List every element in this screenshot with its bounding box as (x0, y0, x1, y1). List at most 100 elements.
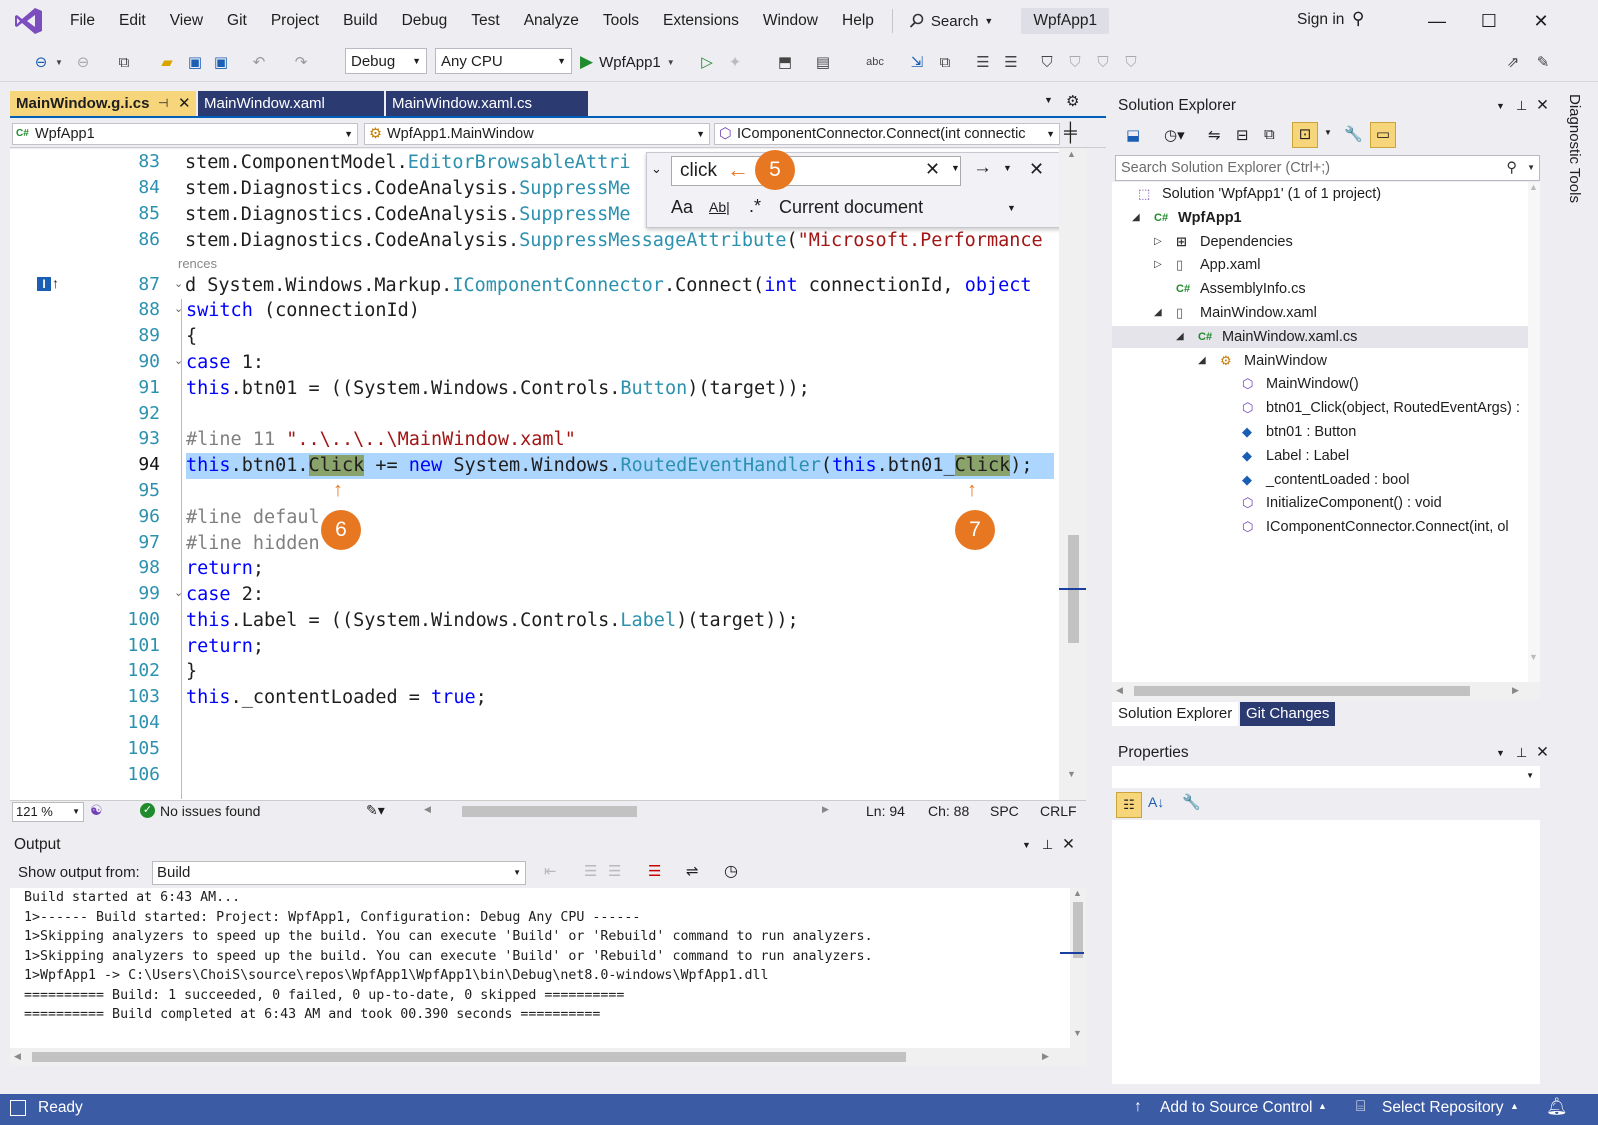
platform-select[interactable]: Any CPU ▼ (435, 48, 572, 74)
line-indicator[interactable]: Ln: 94 (866, 803, 905, 819)
type-dropdown[interactable]: ⚙ WpfApp1.MainWindow ▼ (364, 123, 710, 145)
copy-icon[interactable]: ⧉ (1264, 126, 1275, 143)
zoom-select[interactable]: 121 % ▼ (12, 802, 84, 822)
menu-item[interactable]: Analyze (512, 0, 591, 42)
next-bookmark-icon[interactable]: ⛉ (1092, 50, 1114, 74)
scroll-up-icon[interactable]: ▲ (1073, 888, 1082, 898)
object-select[interactable]: ▼ (1112, 766, 1540, 788)
alphabetical-icon[interactable]: A↓ (1148, 794, 1164, 810)
match-case-icon[interactable]: Aa (671, 197, 693, 218)
scroll-right-icon[interactable]: ▶ (1042, 1051, 1049, 1062)
history-icon[interactable]: ◷▾ (1164, 126, 1185, 144)
scroll-down-icon[interactable]: ▼ (1529, 652, 1538, 662)
pin-icon[interactable]: ⊥ (1042, 832, 1053, 858)
fold-toggle-icon[interactable]: ⌄ (174, 354, 184, 367)
tab-mainwindow-g-i-cs[interactable]: MainWindow.g.i.cs ⊣ ✕ (10, 91, 196, 116)
sign-in-link[interactable]: Sign in (1297, 11, 1344, 29)
clear-all-icon[interactable]: ☰ (648, 862, 661, 880)
line-ending-indicator[interactable]: CRLF (1040, 803, 1077, 819)
tree-item[interactable]: ◆ _contentLoaded : bool (1112, 469, 1528, 491)
prev-message-icon[interactable]: ☰ (584, 862, 597, 880)
tree-item[interactable]: ◢ ▯ MainWindow.xaml (1112, 302, 1528, 324)
menu-item[interactable]: View (158, 0, 215, 42)
whitespace-indicator[interactable]: SPC (990, 803, 1019, 819)
scroll-left-icon[interactable]: ◀ (14, 1051, 21, 1062)
minimize-button[interactable]: — (1414, 0, 1460, 42)
redo-icon[interactable]: ↷ (290, 50, 312, 74)
search-history-icon[interactable]: ▼ (951, 163, 960, 173)
sync-icon[interactable]: ⇋ (1208, 126, 1221, 144)
feedback-icon[interactable]: ✎ (1532, 50, 1554, 74)
solution-explorer-horizontal-scrollbar[interactable]: ◀ ▶ (1112, 682, 1540, 700)
indent-icon[interactable]: ☰ (972, 50, 994, 74)
search-scope[interactable]: Current document (779, 197, 923, 218)
gear-icon[interactable]: ⚙ (1066, 92, 1079, 110)
scroll-thumb[interactable] (1073, 902, 1083, 958)
expand-icon[interactable]: ▷ (1154, 231, 1162, 253)
tree-item[interactable]: ⬡ IComponentConnector.Connect(int, ol (1112, 516, 1528, 538)
chevron-down-icon[interactable]: ▼ (1527, 156, 1535, 180)
pin-icon[interactable]: ⊥ (1516, 94, 1527, 118)
code-cleanup-icon[interactable]: ✎▾ (366, 802, 385, 819)
menu-item[interactable]: Test (459, 0, 511, 42)
menu-item[interactable]: Extensions (651, 0, 751, 42)
horizontal-scroll-thumb[interactable] (462, 806, 637, 817)
codelens-references[interactable]: rences (178, 256, 217, 271)
scroll-left-icon[interactable]: ◀ (424, 804, 431, 815)
fold-toggle-icon[interactable]: ⌄ (174, 586, 184, 599)
clock-icon[interactable]: ◷ (724, 861, 738, 881)
tree-item[interactable]: ⬡ btn01_Click(object, RoutedEventArgs) : (1112, 397, 1528, 419)
tab-mainwindow-xaml[interactable]: MainWindow.xaml (198, 91, 384, 116)
find-options-icon[interactable]: ▼ (1003, 163, 1012, 173)
new-project-icon[interactable]: ⧉ (112, 50, 136, 74)
close-window-button[interactable]: ✕ (1518, 0, 1564, 42)
undo-icon[interactable]: ↶ (248, 50, 270, 74)
match-whole-word-icon[interactable]: Ab| (709, 199, 730, 215)
tree-item[interactable]: ⬡ InitializeComponent() : void (1112, 492, 1528, 514)
output-text[interactable]: Build started at 6:43 AM... 1>------ Buil… (10, 888, 1070, 1048)
collapse-all-icon[interactable]: ⊟ (1236, 126, 1249, 144)
notifications-icon[interactable]: 🔔︎ (1546, 1097, 1568, 1117)
tree-item[interactable]: ◢ C# MainWindow.xaml.cs (1112, 325, 1528, 348)
menu-item[interactable]: Git (215, 0, 259, 42)
dropdown-icon[interactable]: ▼ (54, 50, 64, 74)
menu-item[interactable]: Window (751, 0, 830, 42)
start-debugging-button[interactable]: ▶ WpfApp1 ▼ (580, 50, 690, 74)
collapse-icon[interactable]: ◢ (1154, 302, 1162, 324)
bookmark-icon[interactable]: ⛉ (1036, 50, 1058, 74)
output-source-select[interactable]: Build ▼ (152, 861, 526, 885)
outdent-icon[interactable]: ☰ (1000, 50, 1022, 74)
wrench-icon[interactable]: 🔧 (1344, 125, 1363, 143)
collapse-icon[interactable]: ◢ (1132, 207, 1140, 229)
expand-replace-icon[interactable]: ⌄ (651, 161, 662, 177)
intellicode-icon[interactable]: ☯ (90, 802, 103, 819)
output-horizontal-scrollbar[interactable]: ◀ ▶ (10, 1048, 1086, 1066)
search-button[interactable]: Search ▼ (899, 13, 1003, 30)
diagnostic-tools-tab[interactable]: Diagnostic Tools (1558, 90, 1598, 1094)
show-all-files-icon[interactable]: ⊡ (1292, 122, 1318, 148)
collapse-icon[interactable]: ◢ (1198, 350, 1206, 372)
menu-item[interactable]: Tools (591, 0, 651, 42)
layout-icon[interactable]: ▤ (812, 50, 834, 74)
scroll-thumb[interactable] (32, 1052, 906, 1062)
clear-bookmarks-icon[interactable]: ⛉ (1120, 50, 1142, 74)
wrench-icon[interactable]: 🔧 (1182, 793, 1201, 811)
tree-item[interactable]: C# AssemblyInfo.cs (1112, 278, 1528, 300)
menu-item[interactable]: Edit (107, 0, 158, 42)
person-add-icon[interactable]: ⚲ (1352, 9, 1364, 29)
maximize-button[interactable]: ☐ (1466, 0, 1512, 42)
column-indicator[interactable]: Ch: 88 (928, 803, 969, 819)
close-icon[interactable]: ✕ (1062, 832, 1075, 858)
scroll-right-icon[interactable]: ▶ (822, 804, 829, 815)
tree-item[interactable]: ▷ ⊞ Dependencies (1112, 231, 1528, 253)
prev-bookmark-icon[interactable]: ⛉ (1064, 50, 1086, 74)
forward-icon[interactable]: ⊖ (72, 50, 94, 74)
menu-item[interactable]: Project (259, 0, 331, 42)
save-all-icon[interactable]: ▣ (210, 50, 232, 74)
menu-item[interactable]: Build (331, 0, 389, 42)
scope-dropdown-icon[interactable]: ▼ (1007, 203, 1016, 213)
close-find-icon[interactable]: ✕ (1029, 159, 1044, 180)
tree-item[interactable]: ⬡ MainWindow() (1112, 373, 1528, 395)
scroll-up-icon[interactable]: ▲ (1529, 182, 1538, 192)
go-to-error-icon[interactable]: ⇤ (544, 862, 557, 880)
